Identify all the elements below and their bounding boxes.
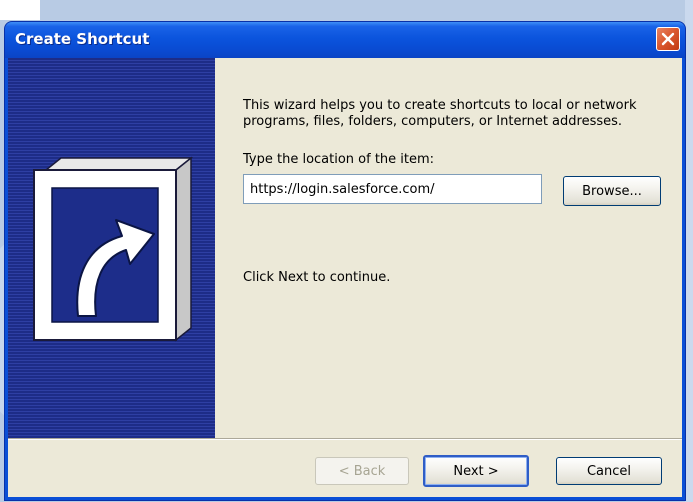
dialog-body: This wizard helps you to create shortcut… xyxy=(8,58,682,497)
next-button[interactable]: Next > xyxy=(423,455,529,487)
wizard-sidebar-graphic xyxy=(8,58,215,438)
close-button[interactable] xyxy=(656,27,680,51)
desktop-background-corner xyxy=(0,0,40,20)
location-input[interactable] xyxy=(243,174,542,204)
back-button[interactable]: < Back xyxy=(315,457,409,485)
title-bar[interactable]: Create Shortcut xyxy=(5,22,685,58)
location-label: Type the location of the item: xyxy=(243,152,435,167)
close-icon xyxy=(661,32,675,46)
cancel-button[interactable]: Cancel xyxy=(556,457,662,485)
shortcut-arrow-icon xyxy=(33,156,194,342)
button-separator xyxy=(8,438,682,440)
desktop-background-strip xyxy=(685,0,693,502)
wizard-description: This wizard helps you to create shortcut… xyxy=(243,98,637,129)
window-title: Create Shortcut xyxy=(15,30,150,48)
create-shortcut-dialog: Create Shortcut This wizard helps you to… xyxy=(5,22,685,500)
continue-hint: Click Next to continue. xyxy=(243,270,391,285)
browse-button[interactable]: Browse... xyxy=(563,176,661,206)
